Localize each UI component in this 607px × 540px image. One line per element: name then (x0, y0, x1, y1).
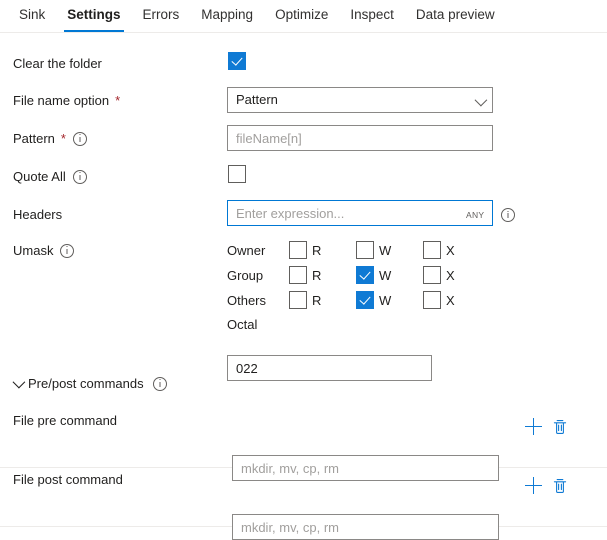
umask-owner-write: W (356, 241, 423, 259)
pattern-label: Pattern * (13, 131, 87, 146)
umask-group-execute: X (423, 266, 490, 284)
file-name-option-dropdown[interactable]: Pattern (227, 87, 493, 113)
file-pre-command-label-text: File pre command (13, 413, 117, 428)
umask-group-read: R (289, 266, 356, 284)
tab-settings[interactable]: Settings (56, 0, 131, 32)
pattern-input[interactable] (227, 125, 493, 151)
quote-all-label-text: Quote All (13, 169, 66, 184)
umask-label-text: Umask (13, 243, 53, 258)
umask-row-group: Group R W X (227, 265, 490, 285)
delete-file-post-command-button[interactable] (551, 477, 569, 495)
file-post-command-label: File post command (13, 472, 123, 487)
umask-flag-x: X (446, 293, 455, 308)
umask-row-label: Others (227, 293, 289, 308)
umask-grid: Owner R W X Group R W (227, 240, 507, 330)
umask-owner-execute-checkbox[interactable] (423, 241, 441, 259)
info-icon[interactable] (60, 244, 74, 258)
umask-owner-execute: X (423, 241, 490, 259)
tab-mapping[interactable]: Mapping (190, 0, 264, 32)
umask-owner-write-checkbox[interactable] (356, 241, 374, 259)
tab-sink[interactable]: Sink (8, 0, 56, 32)
headers-label-text: Headers (13, 207, 62, 222)
info-icon[interactable] (153, 377, 167, 391)
umask-label: Umask (13, 243, 74, 258)
clear-folder-label: Clear the folder (13, 56, 102, 71)
umask-row-others: Others R W X (227, 290, 490, 310)
tab-optimize[interactable]: Optimize (264, 0, 339, 32)
umask-others-write: W (356, 291, 423, 309)
tab-strip: Sink Settings Errors Mapping Optimize In… (0, 0, 607, 33)
umask-flag-x: X (446, 268, 455, 283)
umask-others-execute: X (423, 291, 490, 309)
prepost-commands-section-header[interactable]: Pre/post commands (13, 376, 167, 391)
chevron-down-icon (475, 94, 488, 107)
umask-owner-read: R (289, 241, 356, 259)
required-asterisk: * (115, 93, 120, 108)
umask-others-read: R (289, 291, 356, 309)
file-name-option-value: Pattern (236, 92, 278, 107)
umask-row-label: Group (227, 268, 289, 283)
umask-flag-w: W (379, 243, 391, 258)
umask-row-label: Owner (227, 243, 289, 258)
chevron-down-icon (13, 376, 26, 389)
umask-group-write-checkbox[interactable] (356, 266, 374, 284)
umask-row-owner: Owner R W X (227, 240, 490, 260)
file-post-command-input[interactable] (232, 514, 499, 540)
umask-flag-x: X (446, 243, 455, 258)
umask-others-write-checkbox[interactable] (356, 291, 374, 309)
tab-errors[interactable]: Errors (132, 0, 191, 32)
tab-data-preview[interactable]: Data preview (405, 0, 506, 32)
prepost-commands-label: Pre/post commands (28, 376, 144, 391)
add-file-pre-command-button[interactable] (525, 418, 543, 436)
info-icon[interactable] (73, 170, 87, 184)
file-name-option-label-text: File name option (13, 93, 109, 108)
umask-group-execute-checkbox[interactable] (423, 266, 441, 284)
file-pre-command-label: File pre command (13, 413, 117, 428)
umask-owner-read-checkbox[interactable] (289, 241, 307, 259)
umask-octal-label: Octal (227, 317, 257, 332)
file-pre-command-input[interactable] (232, 455, 499, 481)
file-post-command-label-text: File post command (13, 472, 123, 487)
clear-folder-label-text: Clear the folder (13, 56, 102, 71)
add-file-post-command-button[interactable] (525, 477, 543, 495)
quote-all-label: Quote All (13, 169, 87, 184)
headers-expression-input[interactable] (227, 200, 493, 226)
required-asterisk: * (61, 131, 66, 146)
umask-group-read-checkbox[interactable] (289, 266, 307, 284)
headers-label: Headers (13, 207, 62, 222)
tab-inspect[interactable]: Inspect (339, 0, 405, 32)
umask-flag-r: R (312, 268, 321, 283)
umask-flag-r: R (312, 243, 321, 258)
umask-group-write: W (356, 266, 423, 284)
info-icon[interactable] (501, 208, 515, 222)
umask-octal-input[interactable] (227, 355, 432, 381)
info-icon[interactable] (73, 132, 87, 146)
clear-folder-checkbox[interactable] (228, 52, 246, 70)
umask-flag-r: R (312, 293, 321, 308)
headers-any-badge: ANY (466, 210, 484, 220)
umask-flag-w: W (379, 268, 391, 283)
umask-others-execute-checkbox[interactable] (423, 291, 441, 309)
pattern-label-text: Pattern (13, 131, 55, 146)
delete-file-pre-command-button[interactable] (551, 418, 569, 436)
quote-all-checkbox[interactable] (228, 165, 246, 183)
umask-flag-w: W (379, 293, 391, 308)
file-name-option-label: File name option * (13, 93, 120, 108)
umask-others-read-checkbox[interactable] (289, 291, 307, 309)
settings-form: Clear the folder File name option * Patt… (0, 33, 607, 540)
